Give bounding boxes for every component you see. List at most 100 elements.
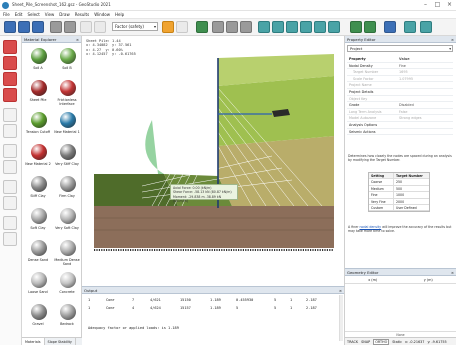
pile-tool-button[interactable] bbox=[3, 144, 17, 158]
menu-edit[interactable]: Edit bbox=[15, 11, 23, 18]
property-value[interactable] bbox=[399, 122, 453, 128]
property-value[interactable]: Disabled bbox=[399, 102, 453, 108]
property-row[interactable]: Target Number 1695 bbox=[347, 69, 453, 76]
tab-slope-stability[interactable]: Slope Stability bbox=[45, 338, 76, 345]
material-item[interactable]: Loose Sand bbox=[24, 270, 52, 304]
material-item[interactable]: Gravel bbox=[24, 302, 52, 336]
status-track[interactable]: TRACK bbox=[347, 340, 358, 344]
boundary-tool-button[interactable] bbox=[3, 124, 17, 138]
lines-tool-button[interactable] bbox=[3, 72, 17, 86]
cut-icon[interactable] bbox=[80, 21, 92, 33]
model-drawing[interactable] bbox=[82, 36, 345, 286]
points-icon[interactable] bbox=[258, 21, 270, 33]
object-select[interactable]: Project ▾ bbox=[347, 45, 453, 52]
mesh-icon[interactable] bbox=[240, 21, 252, 33]
slip-tool-button[interactable] bbox=[3, 180, 17, 194]
label-tool-button[interactable] bbox=[3, 196, 17, 210]
boundary-icon[interactable] bbox=[314, 21, 326, 33]
lines-icon[interactable] bbox=[272, 21, 284, 33]
solve-icon[interactable] bbox=[196, 21, 208, 33]
property-row[interactable]: Seismic Actions bbox=[347, 129, 453, 136]
material-item[interactable]: Stiff Clay bbox=[24, 174, 52, 208]
menu-window[interactable]: Window bbox=[94, 11, 110, 18]
material-item[interactable]: Very Soft Clay bbox=[53, 206, 81, 240]
status-ortho[interactable]: ORTHO bbox=[373, 338, 390, 345]
undo-icon[interactable] bbox=[64, 21, 76, 33]
output-scrollbar[interactable] bbox=[339, 295, 343, 341]
close-icon[interactable]: × bbox=[451, 36, 454, 43]
material-item[interactable]: Sheet Pile bbox=[24, 78, 52, 112]
left-ground-region[interactable] bbox=[94, 174, 178, 206]
paste-icon[interactable] bbox=[384, 21, 396, 33]
material-item[interactable]: New Material 2 bbox=[24, 142, 52, 176]
close-icon[interactable]: × bbox=[339, 287, 342, 294]
close-icon[interactable]: × bbox=[451, 269, 454, 276]
points-tool-button[interactable] bbox=[3, 56, 17, 70]
property-value[interactable] bbox=[399, 96, 453, 102]
property-row[interactable]: Project Name bbox=[347, 82, 453, 89]
property-value[interactable] bbox=[399, 82, 453, 88]
materials-tool-button[interactable] bbox=[3, 108, 17, 122]
material-item[interactable]: Soft Clay bbox=[24, 206, 52, 240]
property-row[interactable]: Long Term Analysis False bbox=[347, 109, 453, 116]
graph-icon[interactable] bbox=[226, 21, 238, 33]
contour-icon[interactable] bbox=[212, 21, 224, 33]
material-item[interactable]: Soil B bbox=[53, 46, 81, 80]
property-value[interactable]: 1695 bbox=[399, 69, 453, 75]
property-row[interactable]: Object Key bbox=[347, 96, 453, 103]
print-icon[interactable] bbox=[50, 21, 62, 33]
material-item[interactable]: Tension Cutoff bbox=[24, 110, 52, 144]
material-item[interactable]: Very Stiff Clay bbox=[53, 142, 81, 176]
material-item[interactable]: Firm Clay bbox=[53, 174, 81, 208]
maximize-button[interactable]: □ bbox=[433, 1, 442, 9]
dimension-tool-button[interactable] bbox=[3, 216, 17, 230]
material-item[interactable]: Medium Dense Sand bbox=[53, 238, 81, 272]
open-icon[interactable] bbox=[18, 21, 30, 33]
property-row[interactable]: Nodal Density Fine bbox=[347, 63, 453, 70]
tension-crack-zone[interactable] bbox=[145, 120, 164, 174]
property-value[interactable] bbox=[399, 89, 453, 95]
menu-results[interactable]: Results bbox=[75, 11, 89, 18]
material-item[interactable]: Concrete bbox=[53, 270, 81, 304]
property-value[interactable] bbox=[399, 129, 453, 135]
menu-select[interactable]: Select bbox=[27, 11, 39, 18]
close-button[interactable]: × bbox=[445, 1, 454, 9]
material-item[interactable]: New Material 1 bbox=[53, 110, 81, 144]
property-row[interactable]: Project Details bbox=[347, 89, 453, 96]
material-item[interactable]: Dense Sand bbox=[24, 238, 52, 272]
materials-icon[interactable] bbox=[300, 21, 312, 33]
regions-tool-button[interactable] bbox=[3, 88, 17, 102]
property-value[interactable]: 1.07995 bbox=[399, 76, 453, 82]
result-type-select[interactable]: Factor (safety) ▾ bbox=[112, 22, 158, 31]
pan-icon[interactable] bbox=[404, 21, 416, 33]
property-row[interactable]: Model Autozone Strong edges bbox=[347, 115, 453, 122]
save-icon[interactable] bbox=[32, 21, 44, 33]
status-snap[interactable]: SNAP bbox=[361, 340, 370, 344]
clay-region[interactable] bbox=[94, 206, 334, 248]
sketch-tool-button[interactable] bbox=[3, 232, 17, 246]
zoom-icon[interactable] bbox=[176, 21, 188, 33]
menu-draw[interactable]: Draw bbox=[59, 11, 69, 18]
regions-icon[interactable] bbox=[286, 21, 298, 33]
draw-tool-button[interactable] bbox=[3, 40, 17, 54]
property-row[interactable]: Grade Disabled bbox=[347, 102, 453, 109]
redo-icon[interactable] bbox=[420, 21, 432, 33]
close-icon[interactable]: × bbox=[76, 36, 79, 43]
material-item[interactable]: Soil A bbox=[24, 46, 52, 80]
property-value[interactable]: False bbox=[399, 109, 453, 115]
anchor-tool-button[interactable] bbox=[3, 160, 17, 174]
minimize-button[interactable]: – bbox=[421, 1, 430, 9]
property-row[interactable]: Analysis Options bbox=[347, 122, 453, 129]
material-item[interactable]: Bedrock bbox=[53, 302, 81, 336]
property-value[interactable]: Strong edges bbox=[399, 115, 453, 121]
menu-file[interactable]: File bbox=[3, 11, 10, 18]
slip-surface-icon[interactable] bbox=[328, 21, 340, 33]
property-value[interactable]: Fine bbox=[399, 63, 453, 69]
analysis-icon[interactable] bbox=[364, 21, 376, 33]
new-file-icon[interactable] bbox=[4, 21, 16, 33]
copy-icon[interactable] bbox=[94, 21, 106, 33]
tab-materials[interactable]: Materials bbox=[22, 338, 45, 345]
select-icon[interactable] bbox=[162, 21, 174, 33]
material-item[interactable]: Frictionless Interface bbox=[53, 78, 81, 112]
menu-view[interactable]: View bbox=[45, 11, 55, 18]
